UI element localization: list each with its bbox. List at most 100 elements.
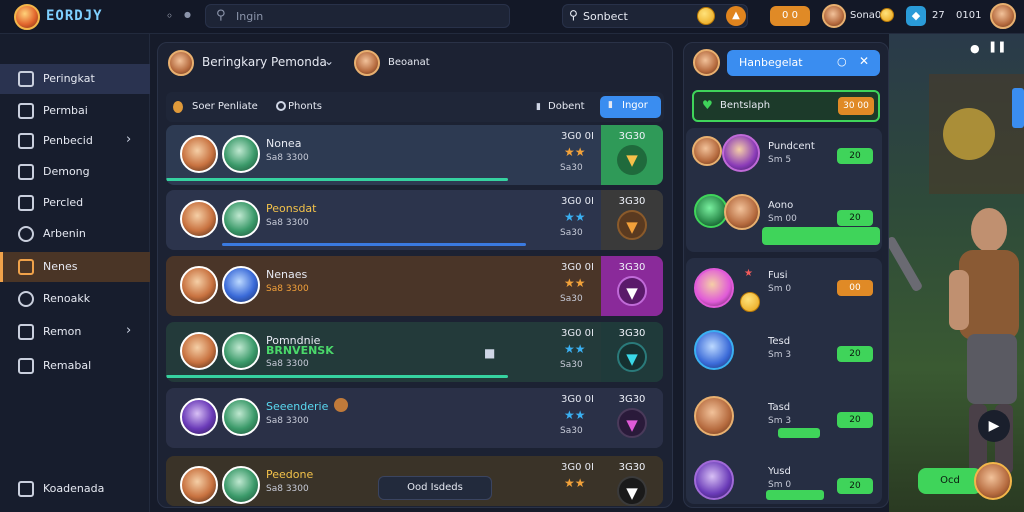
user-avatar[interactable]: [822, 4, 846, 28]
match-name: Peedone: [266, 468, 314, 481]
side-tab[interactable]: [1012, 88, 1024, 128]
right-header-label: Hanbegelat: [739, 56, 803, 69]
promo-label: Bentslaph: [720, 100, 771, 111]
filter-button[interactable]: ▮ Ingor: [600, 96, 661, 118]
gold-pill[interactable]: 0 0: [770, 6, 810, 26]
hero-avatar: [724, 194, 760, 230]
sidebar-footer-item[interactable]: Koadenada: [0, 474, 150, 504]
counter-b: 0101: [956, 10, 982, 21]
match-row[interactable]: Seeenderie Sa8 3300 3G0 0I ★★ Sa30 3G30 …: [166, 388, 663, 448]
player-avatar: [180, 466, 218, 504]
flag-icon: ▮: [536, 102, 541, 112]
app-logo[interactable]: [14, 4, 40, 30]
opponent-avatar: [222, 135, 260, 173]
player-avatar: [180, 266, 218, 304]
rank-slot[interactable]: 3G30 ▼: [601, 456, 663, 506]
match-row[interactable]: Peonsdat Sa8 3300 3G0 0I ★★ Sa30 3G30 ▼: [166, 190, 663, 250]
coin-icon[interactable]: [697, 7, 715, 25]
search-bar[interactable]: ⚲ Ingin: [205, 4, 510, 28]
sidebar-item-label: Penbecid: [43, 134, 93, 147]
rank-slot[interactable]: 3G30 ▼: [601, 256, 663, 316]
card-sub: Sm 00: [768, 214, 797, 224]
secondary-search[interactable]: ⚲ Sonbect: [562, 4, 748, 28]
card-pill[interactable]: 20: [837, 346, 873, 362]
status-icon: ○: [837, 55, 847, 68]
game-artwork: [889, 34, 1024, 512]
diamond-icon[interactable]: ◆: [906, 6, 926, 26]
sidebar-item-arbenin[interactable]: Arbenin: [0, 219, 150, 249]
card-pill[interactable]: 20: [837, 478, 873, 494]
slot-value: 3G30: [618, 262, 646, 273]
card-sub: Sm 5: [768, 155, 792, 165]
sidebar-item-demong[interactable]: Demong: [0, 157, 150, 187]
opponent-avatar: [222, 466, 260, 504]
card-pill[interactable]: 00: [837, 280, 873, 296]
trophy-icon: [18, 259, 34, 275]
sidebar-item-nenes[interactable]: Nenes: [0, 252, 150, 282]
card-pill[interactable]: 20: [837, 210, 873, 226]
hero-avatar: [694, 330, 734, 370]
match-score: 3G0 0I: [561, 262, 594, 273]
rank-slot[interactable]: 3G30 ▼: [601, 125, 663, 185]
sidebar-item-percled[interactable]: Percled: [0, 188, 150, 218]
filter-icon: [173, 101, 183, 113]
close-icon[interactable]: ✕: [859, 54, 869, 68]
filter-left-b[interactable]: Phonts: [288, 101, 322, 112]
hero-avatar: [694, 460, 734, 500]
right-header-button[interactable]: Hanbegelat ○ ✕: [727, 50, 880, 76]
sidebar-item-renoakk[interactable]: Renoakk: [0, 284, 150, 314]
shield-icon: ▼: [617, 145, 647, 175]
promo-value: 30 00: [838, 97, 874, 115]
sidebar-item-label: Koadenada: [43, 482, 105, 495]
match-row[interactable]: Nenaes Sa8 3300 3G0 0I ★★ Sa30 3G30 ▼: [166, 256, 663, 316]
sidebar-item-peringkat[interactable]: Peringkat: [0, 64, 150, 94]
match-row[interactable]: Nonea Sa8 3300 3G0 0I ★★ Sa30 3G30 ▼: [166, 125, 663, 185]
card-pill[interactable]: 20: [837, 412, 873, 428]
sidebar-item-remon[interactable]: Remon ›: [0, 317, 150, 347]
dot-icon: ●: [184, 10, 191, 19]
settings-icon: [18, 358, 34, 374]
match-small: Sa30: [560, 294, 583, 304]
promo-banner[interactable]: ♥ Bentslaph 30 00: [692, 90, 880, 122]
slot-value: 3G30: [618, 196, 646, 207]
match-row[interactable]: Pomndnie BRNVENSK Sa8 3300 ■ 3G0 0I ★★ S…: [166, 322, 663, 382]
pause-icon[interactable]: ❚❚: [988, 40, 1006, 53]
gem-icon[interactable]: ▲: [726, 6, 746, 26]
match-sub: Sa8 3300: [266, 484, 309, 494]
menu-icon[interactable]: ◦: [166, 9, 173, 23]
rank-slot[interactable]: 3G30 ▼: [601, 322, 663, 382]
action-button[interactable]: Ocd: [918, 468, 982, 494]
match-small: Sa30: [560, 228, 583, 238]
player-avatar[interactable]: [974, 462, 1012, 500]
bottom-action-button[interactable]: Ood Isdeds: [378, 476, 492, 500]
card-pill[interactable]: 20: [837, 148, 873, 164]
opponent-avatar: [222, 266, 260, 304]
match-sub: Sa8 3300: [266, 359, 309, 369]
filter-left-a[interactable]: Soer Penliate: [192, 101, 258, 112]
card-name: Fusi: [768, 270, 788, 281]
sidebar-item-permbai[interactable]: Permbai: [0, 96, 150, 126]
friend-label: Beoanat: [388, 57, 430, 68]
rank-slot[interactable]: 3G30 ▼: [601, 388, 663, 448]
sidebar-item-penbecid[interactable]: Penbecid ›: [0, 126, 150, 156]
card-sub: Sm 3: [768, 416, 792, 426]
match-name: Peonsdat: [266, 202, 317, 215]
filter-button-icon: ▮: [608, 100, 613, 110]
stars-icon: ★★: [564, 276, 586, 290]
panel-title[interactable]: Beringkary Pemonda: [202, 55, 327, 69]
match-score: 3G0 0I: [561, 462, 594, 473]
player-avatar: [180, 135, 218, 173]
profile-avatar[interactable]: [990, 3, 1016, 29]
rank-slot[interactable]: 3G30 ▼: [601, 190, 663, 250]
filter-mid[interactable]: Dobent: [548, 101, 585, 112]
circle-icon[interactable]: ●: [970, 42, 980, 55]
play-icon[interactable]: ▶: [978, 410, 1010, 442]
match-name: Nenaes: [266, 268, 308, 281]
friend-avatar[interactable]: [354, 50, 380, 76]
gear-icon: [18, 291, 34, 307]
match-sub: Sa8 3300: [266, 416, 309, 426]
shield-icon: ▼: [617, 476, 647, 506]
chevron-down-icon[interactable]: ⌄: [324, 54, 334, 68]
sidebar-item-remabal[interactable]: Remabal: [0, 351, 150, 381]
card-name: Yusd: [768, 466, 791, 477]
